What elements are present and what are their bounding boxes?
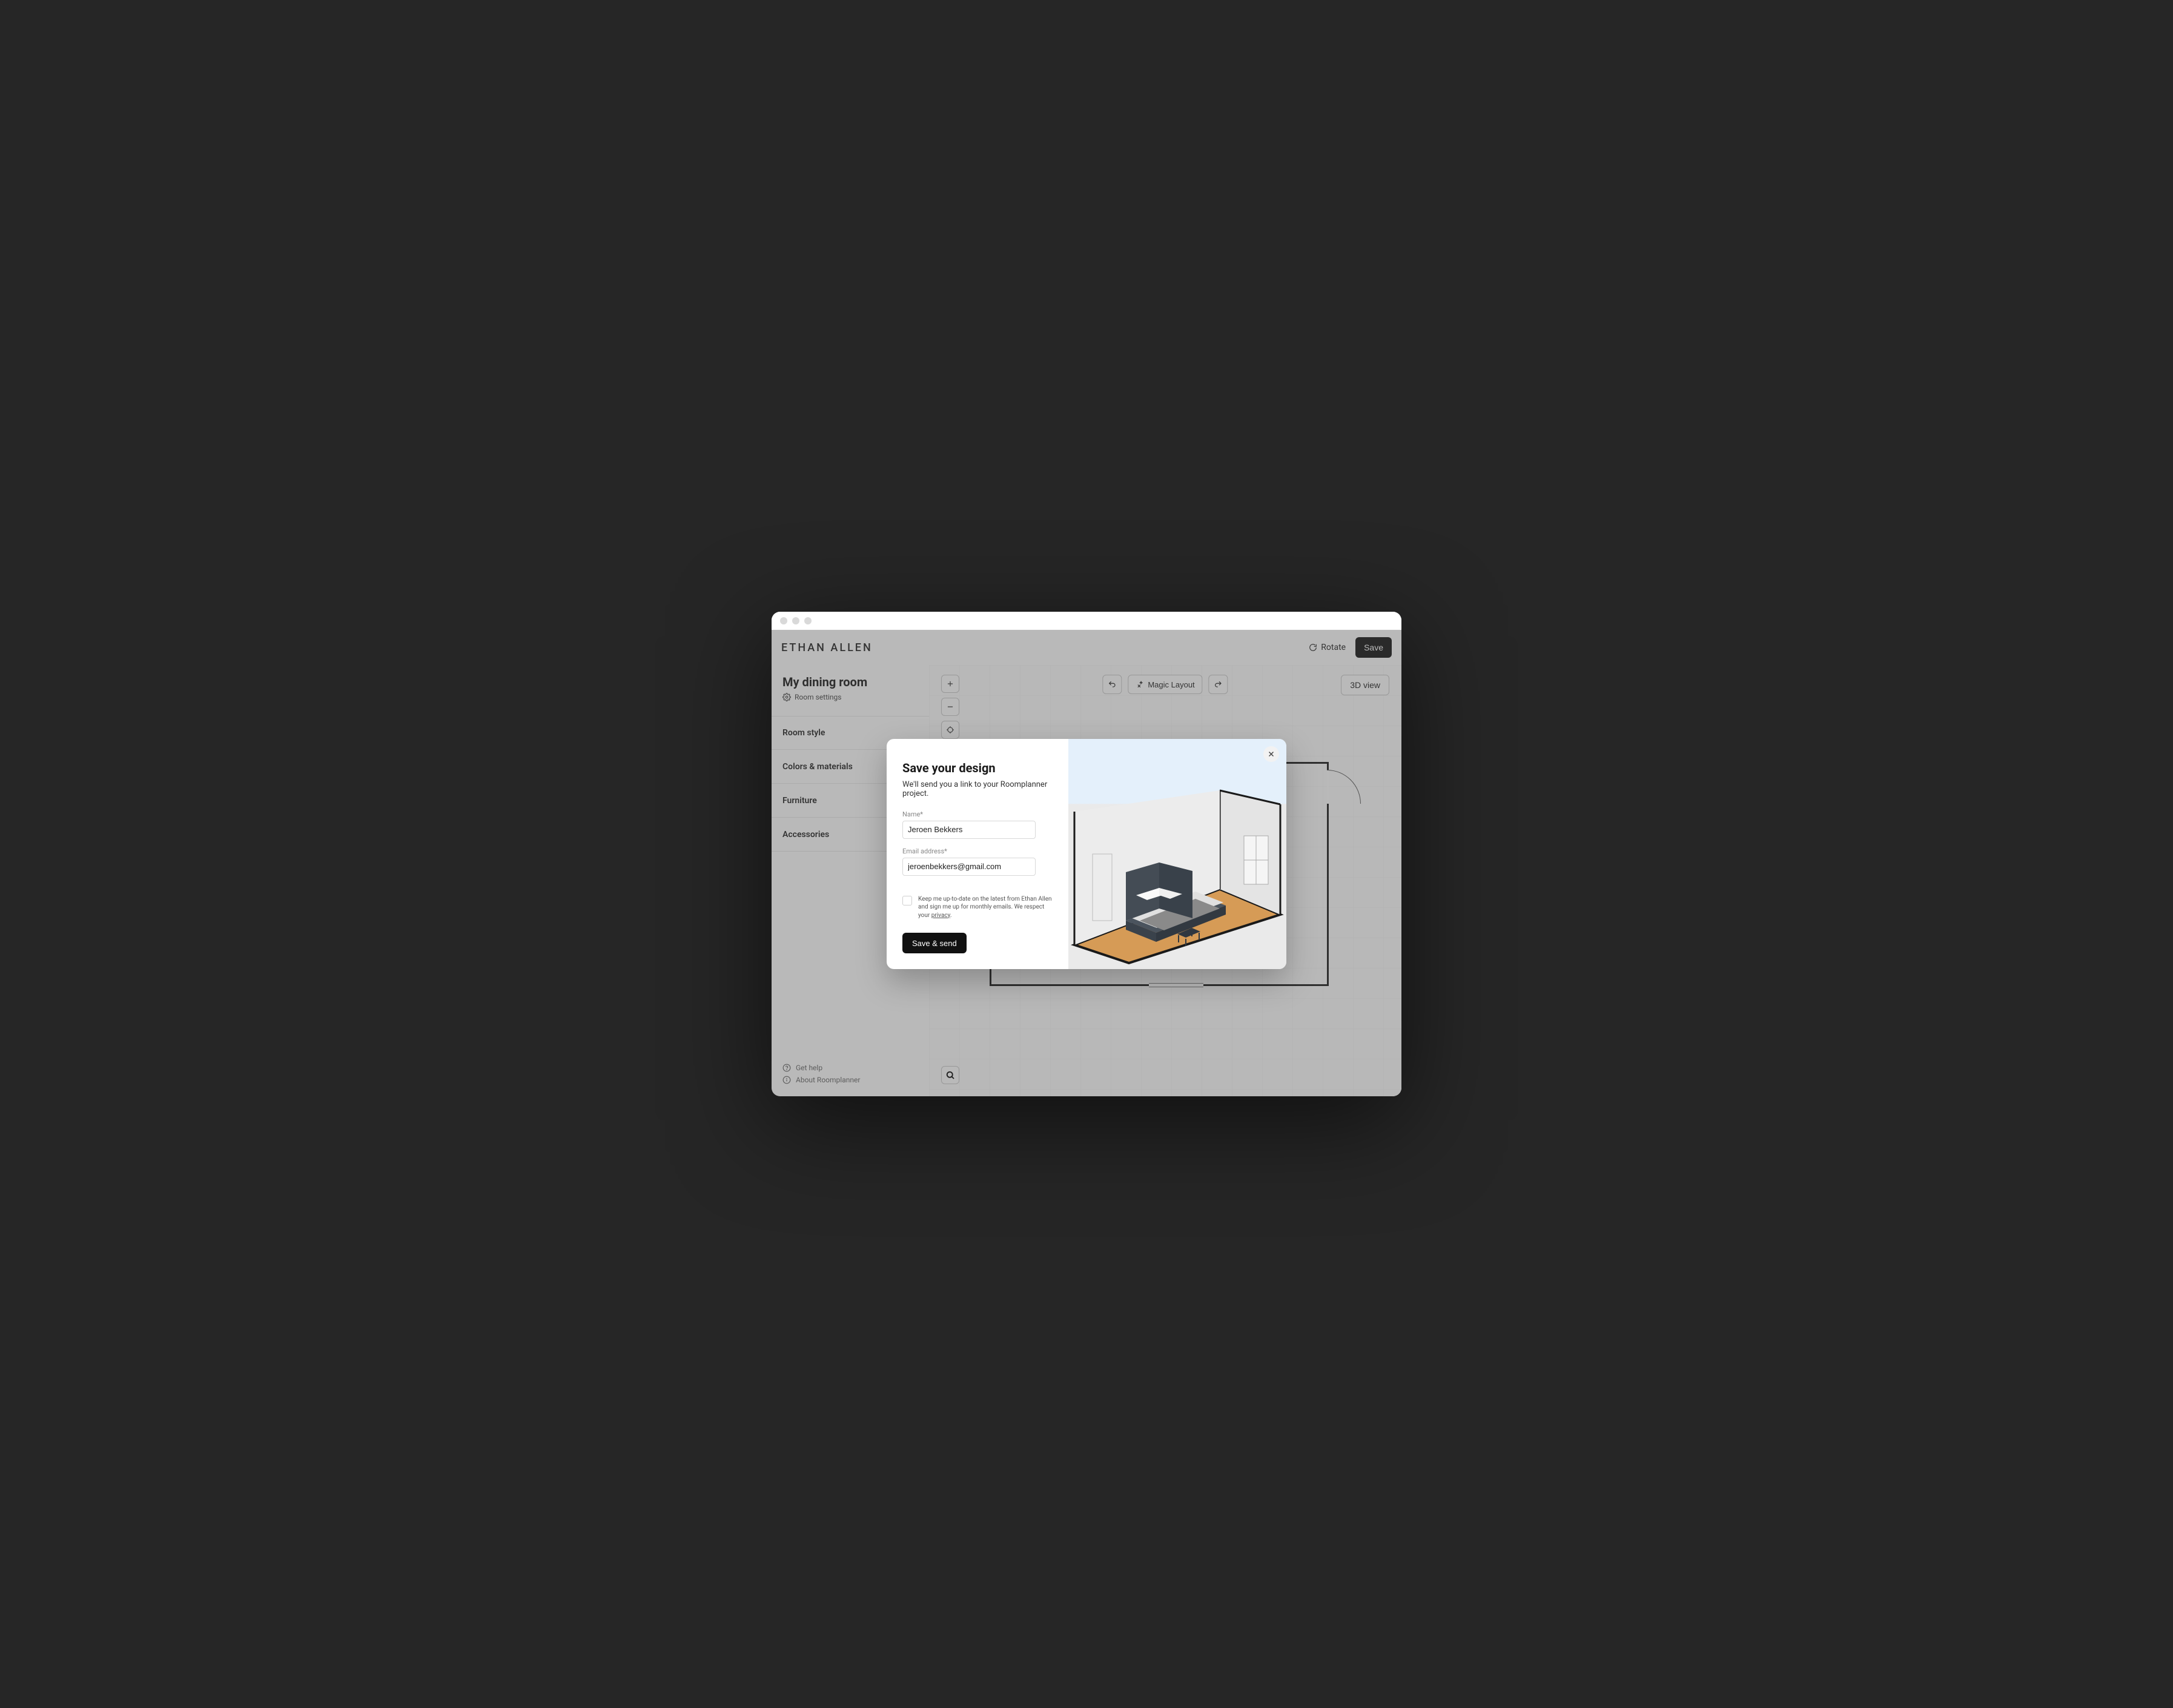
name-label: Name* [902,810,1053,818]
email-label: Email address* [902,847,1053,855]
consent-checkbox[interactable] [902,896,912,905]
name-input[interactable] [902,821,1036,839]
modal-subtitle: We'll send you a link to your Roomplanne… [902,780,1053,798]
modal-form: Save your design We'll send you a link t… [887,739,1068,969]
consent-suffix: . [950,912,952,919]
consent-row: Keep me up-to-date on the latest from Et… [902,895,1053,920]
modal-title: Save your design [902,761,1053,775]
room-3d-illustration [1068,739,1286,969]
save-and-send-button[interactable]: Save & send [902,933,967,953]
save-design-modal: Save your design We'll send you a link t… [887,739,1286,969]
traffic-light-close[interactable] [780,617,787,624]
app-window: ETHAN ALLEN Rotate Save My dining room R… [772,612,1401,1096]
consent-text: Keep me up-to-date on the latest from Et… [918,895,1053,920]
window-titlebar [772,612,1401,630]
privacy-link[interactable]: privacy [931,912,950,919]
traffic-light-maximize[interactable] [804,617,812,624]
email-input[interactable] [902,858,1036,876]
modal-illustration [1068,739,1286,969]
traffic-light-minimize[interactable] [792,617,799,624]
